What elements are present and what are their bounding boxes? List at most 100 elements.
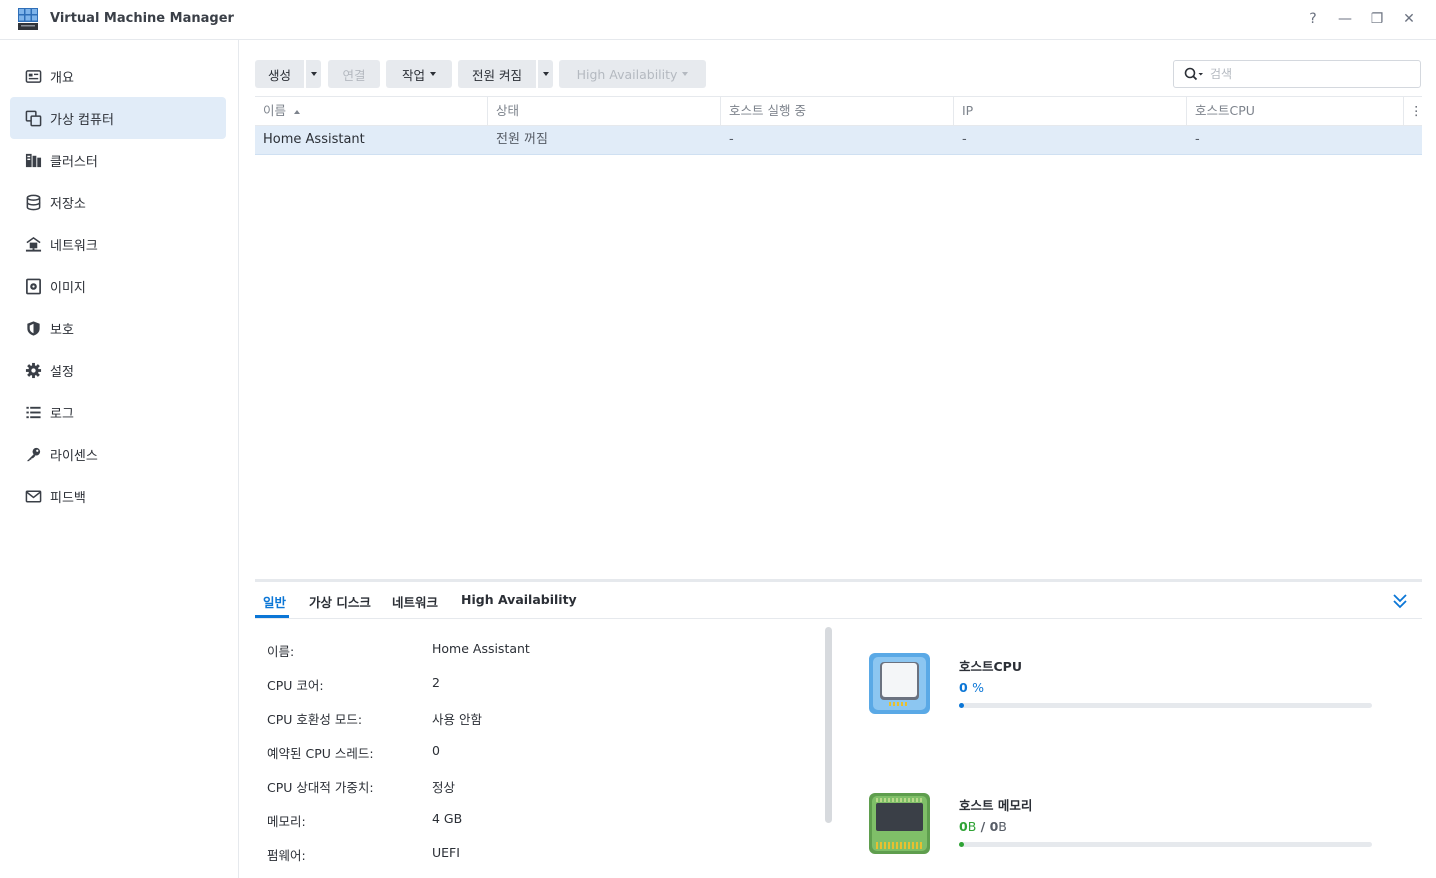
minimize-icon[interactable]: — (1336, 10, 1354, 28)
image-icon (24, 277, 42, 295)
sidebar-item-license[interactable]: 라이센스 (10, 433, 226, 475)
sidebar-item-label: 이미지 (50, 280, 86, 296)
tab-high-availability[interactable]: High Availability (461, 592, 577, 607)
prop-value-cpu-weight: 정상 (432, 780, 456, 795)
sidebar-item-label: 네트워크 (50, 238, 98, 254)
sidebar-item-cluster[interactable]: 클러스터 (10, 139, 226, 181)
search-icon (1184, 67, 1203, 81)
grid-header: 이름 상태 호스트 실행 중 IP 호스트CPU ⋮ (255, 96, 1423, 126)
cluster-icon (24, 151, 42, 169)
host-cpu-value-unit: % (972, 680, 984, 695)
prop-value-cpu-compat: 사용 안함 (432, 712, 482, 727)
memory-chip-icon (869, 793, 930, 854)
host-memory-total-unit: B (998, 819, 1007, 834)
sidebar-item-image[interactable]: 이미지 (10, 265, 226, 307)
sidebar-item-label: 저장소 (50, 196, 86, 212)
sidebar-item-overview[interactable]: 개요 (10, 55, 226, 97)
chevron-down-icon (310, 72, 317, 76)
prop-value-firmware: UEFI (432, 845, 460, 860)
host-cpu-value: 0 % (959, 680, 984, 695)
storage-icon (24, 193, 42, 211)
column-header-status[interactable]: 상태 (488, 97, 721, 125)
title-bar: Virtual Machine Manager ? — ❐ ✕ (0, 0, 1436, 40)
host-cpu-progress-fill (959, 703, 964, 708)
sidebar-item-storage[interactable]: 저장소 (10, 181, 226, 223)
sidebar: 개요 가상 컴퓨터 클러스터 저장소 네트워크 이미지 보호 설정 로그 라이센… (0, 40, 239, 878)
host-memory-total-number: 0 (989, 819, 999, 834)
search-input[interactable] (1210, 67, 1400, 81)
cpu-chip-icon (869, 653, 930, 714)
detail-tabs: 일반 가상 디스크 네트워크 High Availability (255, 582, 1422, 619)
shield-icon (24, 319, 42, 337)
action-button[interactable]: 작업 (386, 60, 452, 88)
cell-status: 전원 꺼짐 (496, 132, 548, 147)
help-icon[interactable]: ? (1304, 10, 1322, 28)
host-memory-title: 호스트 메모리 (959, 798, 1033, 813)
log-list-icon (24, 403, 42, 421)
host-memory-separator: / (980, 819, 986, 834)
prop-value-name: Home Assistant (432, 641, 530, 656)
column-header-name[interactable]: 이름 (255, 97, 488, 125)
power-on-button-label: 전원 켜짐 (472, 67, 522, 83)
column-menu-icon[interactable]: ⋮ (1404, 97, 1423, 125)
close-icon[interactable]: ✕ (1400, 10, 1418, 28)
properties-scrollbar[interactable] (825, 627, 832, 823)
create-button-label: 생성 (267, 67, 291, 83)
sidebar-item-log[interactable]: 로그 (10, 391, 226, 433)
prop-label-name: 이름: (267, 644, 295, 659)
key-icon (24, 445, 42, 463)
sidebar-item-settings[interactable]: 설정 (10, 349, 226, 391)
prop-label-memory: 메모리: (267, 814, 306, 829)
column-header-ip[interactable]: IP (954, 97, 1187, 125)
connect-button[interactable]: 연결 (328, 60, 380, 88)
sort-ascending-icon (294, 109, 300, 114)
cell-name: Home Assistant (263, 132, 365, 147)
app-title: Virtual Machine Manager (50, 11, 234, 26)
prop-label-reserved-threads: 예약된 CPU 스레드: (267, 746, 374, 761)
sidebar-item-protection[interactable]: 보호 (10, 307, 226, 349)
prop-label-cpu-cores: CPU 코어: (267, 678, 324, 693)
restore-icon[interactable]: ❐ (1368, 10, 1386, 28)
sidebar-item-label: 라이센스 (50, 448, 98, 464)
power-dropdown-button[interactable] (538, 60, 553, 88)
virtual-machine-icon (24, 109, 42, 127)
collapse-panel-icon[interactable] (1392, 592, 1408, 610)
high-availability-button-label: High Availability (576, 66, 678, 82)
sidebar-item-label: 설정 (50, 364, 74, 380)
column-label: 이름 (263, 103, 287, 118)
host-memory-progress-fill (959, 842, 964, 847)
host-memory-used-unit: B (967, 819, 977, 834)
search-box[interactable] (1173, 60, 1421, 88)
tab-general[interactable]: 일반 (263, 592, 286, 611)
sidebar-item-virtual-machine[interactable]: 가상 컴퓨터 (10, 97, 226, 139)
connect-button-label: 연결 (342, 67, 366, 83)
chevron-down-icon (682, 72, 689, 76)
table-row[interactable]: Home Assistant 전원 꺼짐 - - - (255, 126, 1422, 155)
column-header-host[interactable]: 호스트 실행 중 (721, 97, 954, 125)
cell-ip: - (962, 132, 967, 147)
host-cpu-progress-bar (959, 703, 1372, 708)
host-cpu-value-number: 0 (959, 680, 968, 695)
chevron-down-icon (430, 72, 436, 76)
sidebar-item-feedback[interactable]: 피드백 (10, 475, 226, 517)
host-memory-progress-bar (959, 842, 1372, 847)
sidebar-item-label: 로그 (50, 406, 74, 422)
host-memory-used-number: 0 (959, 819, 968, 834)
tab-network[interactable]: 네트워크 (392, 592, 438, 611)
sidebar-item-network[interactable]: 네트워크 (10, 223, 226, 265)
sidebar-item-label: 클러스터 (50, 154, 98, 170)
create-button[interactable]: 생성 (255, 60, 304, 88)
high-availability-button[interactable]: High Availability (559, 60, 706, 88)
column-header-host-cpu[interactable]: 호스트CPU (1187, 97, 1404, 125)
prop-value-memory: 4 GB (432, 811, 463, 826)
power-on-button[interactable]: 전원 켜짐 (458, 60, 536, 88)
tab-virtual-disk[interactable]: 가상 디스크 (309, 592, 371, 611)
prop-value-reserved-threads: 0 (432, 743, 440, 758)
prop-label-firmware: 펌웨어: (267, 848, 306, 863)
create-dropdown-button[interactable] (306, 60, 321, 88)
sidebar-item-label: 보호 (50, 322, 74, 338)
cell-host: - (729, 132, 734, 147)
host-cpu-title: 호스트CPU (959, 659, 1022, 674)
overview-icon (24, 67, 42, 85)
prop-value-cpu-cores: 2 (432, 675, 440, 690)
